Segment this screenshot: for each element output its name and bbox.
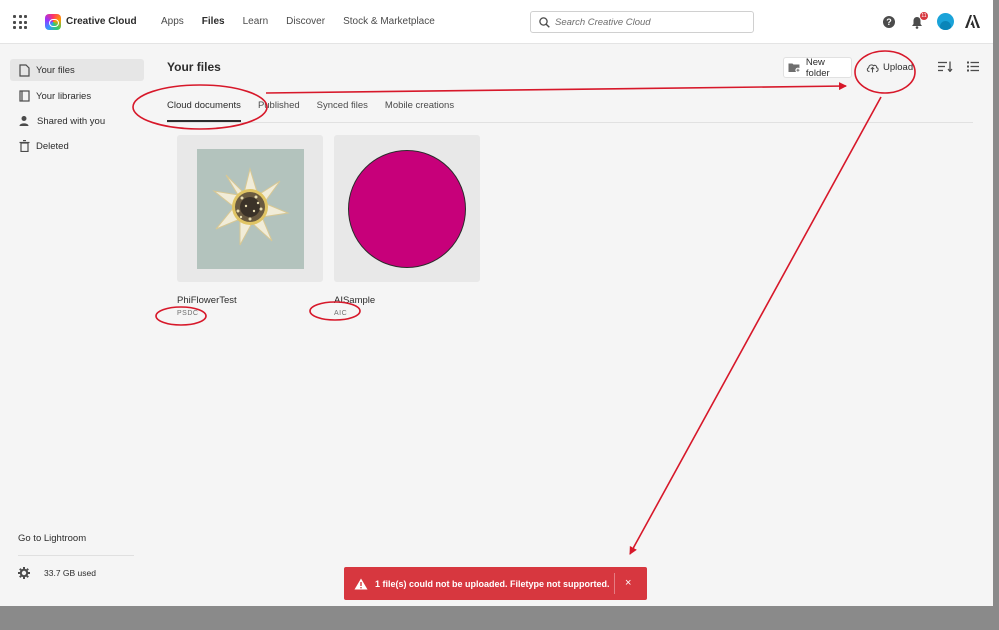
annotation-arrow-to-upload xyxy=(265,82,847,94)
annotation-arrow-to-toast xyxy=(629,96,882,555)
annotation-circle-aic xyxy=(309,301,361,321)
annotation-circle-cloud-documents xyxy=(132,84,268,130)
annotation-circle-psdc xyxy=(155,306,207,326)
annotation-circle-upload xyxy=(854,50,916,94)
annotation-overlay xyxy=(132,50,916,555)
